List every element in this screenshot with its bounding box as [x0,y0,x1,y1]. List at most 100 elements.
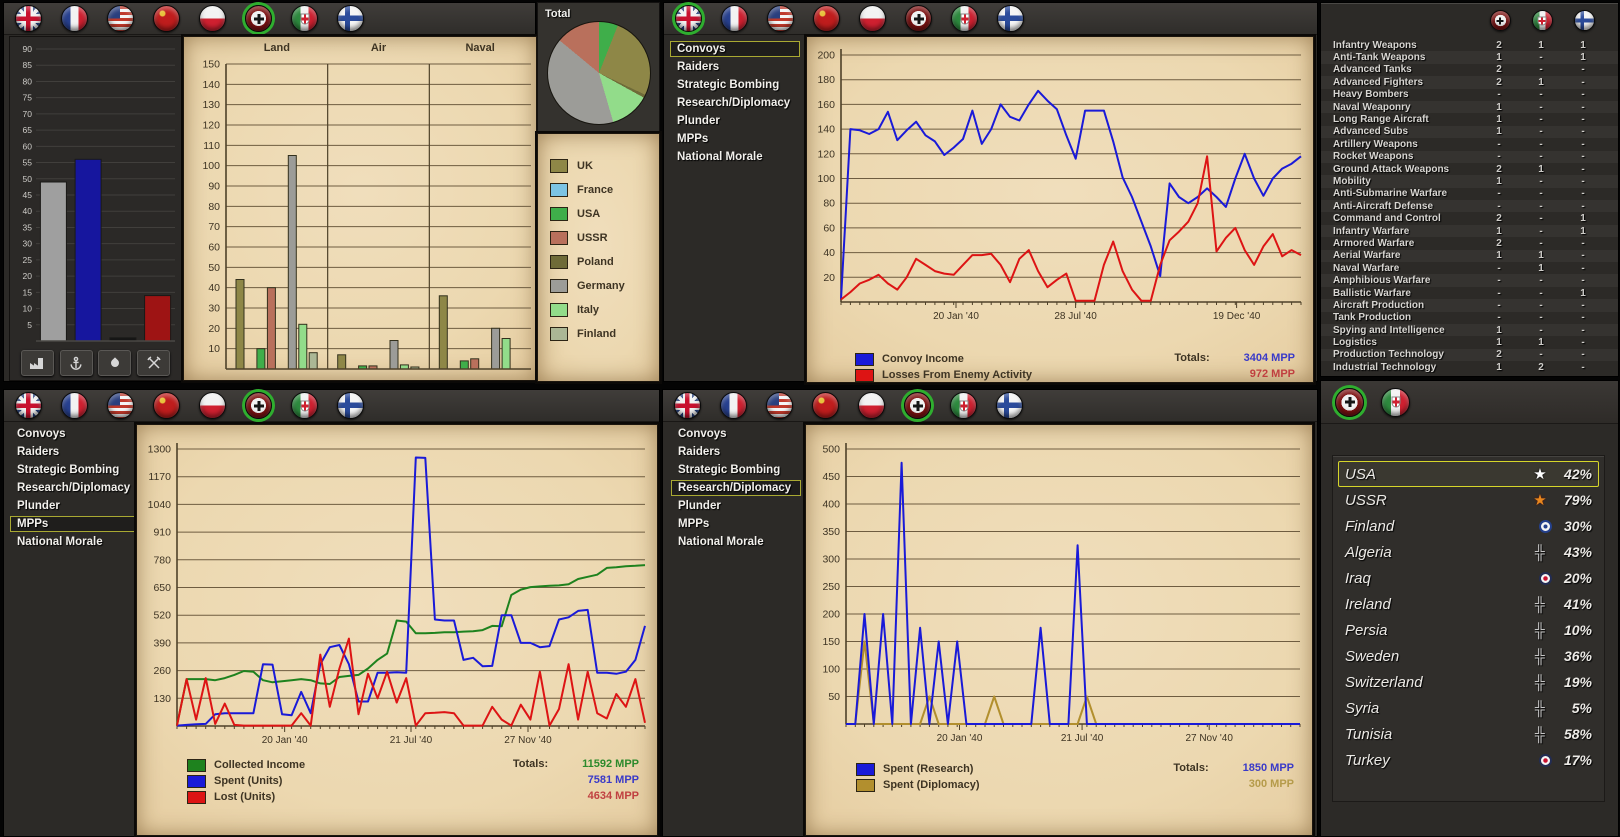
flag-france[interactable] [721,5,748,32]
tech-table: Infantry Weapons 2 1 1 Anti-Tank Weapons 1-1 A… [1321,39,1618,374]
flag-finland[interactable] [1573,10,1595,31]
flag-italy[interactable] [950,392,977,419]
flag-ussr[interactable] [812,392,839,419]
menu-item-strategic-bombing[interactable]: Strategic Bombing [670,77,800,93]
diplomacy-row-finland[interactable]: Finland 30% [1338,513,1599,539]
diplomacy-row-ussr[interactable]: USSR 79% [1338,487,1599,513]
flag-germany[interactable] [904,392,931,419]
diplomacy-row-switzerland[interactable]: Switzerland 19% [1338,669,1599,695]
flag-uk[interactable] [15,392,42,419]
svg-text:1300: 1300 [148,444,172,456]
flag-italy[interactable] [951,5,978,32]
totals-label: Totals: [512,758,549,770]
industry-button[interactable] [20,350,54,376]
tech-level: - [1539,188,1543,200]
tech-row-tank-production: Tank Production - - - [1321,312,1618,324]
flag-ussr[interactable] [153,5,180,32]
flag-germany[interactable] [1489,10,1511,31]
menu-item-research-diplomacy[interactable]: Research/Diplomacy [10,480,136,496]
flag-uk[interactable] [674,392,701,419]
diplomacy-row-ireland[interactable]: Ireland 41% [1338,591,1599,617]
flag-usa[interactable] [766,392,793,419]
flag-germany[interactable] [245,5,272,32]
flag-ussr[interactable] [153,392,180,419]
svg-text:Land: Land [264,42,290,54]
flag-italy[interactable] [1381,387,1410,417]
menu-item-national-morale[interactable]: National Morale [10,534,136,550]
tech-level: 1 [1496,126,1502,138]
menu-item-raiders[interactable]: Raiders [670,59,800,75]
research-legend: Spent (Research) Spent (Diplomacy) Totals:… [856,761,1300,793]
ports-button[interactable] [59,350,93,376]
flag-finland[interactable] [997,5,1024,32]
flag-uk[interactable] [675,5,702,32]
menu-item-national-morale[interactable]: National Morale [671,534,801,550]
menu-item-strategic-bombing[interactable]: Strategic Bombing [671,462,801,478]
flag-germany[interactable] [1335,387,1364,417]
flag-italy[interactable] [291,392,318,419]
oil-button[interactable] [98,350,132,376]
diplomacy-row-sweden[interactable]: Sweden 36% [1338,643,1599,669]
flag-germany[interactable] [245,392,272,419]
menu-item-plunder[interactable]: Plunder [10,498,136,514]
tech-row-advanced-tanks: Advanced Tanks 2 - - [1321,64,1618,76]
flag-ussr[interactable] [813,5,840,32]
country-name: Switzerland [1345,673,1423,691]
flag-usa[interactable] [107,5,134,32]
legend-swatch [187,758,206,772]
country-percent: 43% [1563,544,1592,560]
menu-item-national-morale[interactable]: National Morale [670,149,800,165]
legend-swatch [550,327,568,341]
menu-item-plunder[interactable]: Plunder [670,113,800,129]
flag-france[interactable] [61,5,88,32]
tech-level: - [1497,287,1501,299]
tech-label: Production Technology [1333,349,1444,361]
flag-italy[interactable] [291,5,318,32]
menu-item-research-diplomacy[interactable]: Research/Diplomacy [671,480,801,496]
diplomacy-row-syria[interactable]: Syria 5% [1338,695,1599,721]
tech-label: Naval Warfare [1333,262,1400,274]
tech-row-naval-weaponry: Naval Weaponry 1 - - [1321,100,1618,114]
tech-level: 2 [1496,349,1502,361]
diplomacy-row-iraq[interactable]: Iraq 20% [1338,565,1599,591]
menu-item-mpps[interactable]: MPPs [10,516,136,532]
menu-item-convoys[interactable]: Convoys [10,426,136,442]
diplomacy-row-algeria[interactable]: Algeria 43% [1338,539,1599,565]
flag-usa[interactable] [107,392,134,419]
menu-item-mpps[interactable]: MPPs [671,516,801,532]
diplomacy-row-tunisia[interactable]: Tunisia 58% [1338,721,1599,747]
legend-swatch [187,790,206,804]
menu-item-raiders[interactable]: Raiders [10,444,136,460]
flag-usa[interactable] [767,5,794,32]
resource-chart-box: 5 10 15 20 25 30 35 40 45 50 55 60 65 70 75 80 85 90 [9,36,182,381]
menu-item-convoys[interactable]: Convoys [670,41,800,57]
menu-item-plunder[interactable]: Plunder [671,498,801,514]
diplomacy-row-persia[interactable]: Persia 10% [1338,617,1599,643]
tech-row-naval-warfare: Naval Warfare - 1 - [1321,262,1618,274]
menu-item-research-diplomacy[interactable]: Research/Diplomacy [670,95,800,111]
menu-item-strategic-bombing[interactable]: Strategic Bombing [10,462,136,478]
flag-germany[interactable] [905,5,932,32]
convoys-flag-bar [664,3,1317,35]
flag-finland[interactable] [337,5,364,32]
menu-item-convoys[interactable]: Convoys [671,426,801,442]
tech-label: Anti-Aircraft Defense [1333,200,1434,212]
flag-finland[interactable] [996,392,1023,419]
svg-text:200: 200 [822,609,840,621]
flag-poland[interactable] [858,392,885,419]
flag-poland[interactable] [199,5,226,32]
mines-button[interactable] [137,350,171,376]
diplomacy-row-turkey[interactable]: Turkey 17% [1338,747,1599,773]
flag-italy[interactable] [1531,10,1553,31]
flag-poland[interactable] [199,392,226,419]
diplomacy-row-usa[interactable]: USA 42% [1338,461,1599,487]
flag-poland[interactable] [859,5,886,32]
flag-uk[interactable] [15,5,42,32]
tech-level: - [1539,213,1543,225]
flag-finland[interactable] [337,392,364,419]
flag-france[interactable] [720,392,747,419]
flag-france[interactable] [61,392,88,419]
menu-item-mpps[interactable]: MPPs [670,131,800,147]
menu-item-raiders[interactable]: Raiders [671,444,801,460]
svg-text:20 Jan '40: 20 Jan '40 [933,311,979,322]
